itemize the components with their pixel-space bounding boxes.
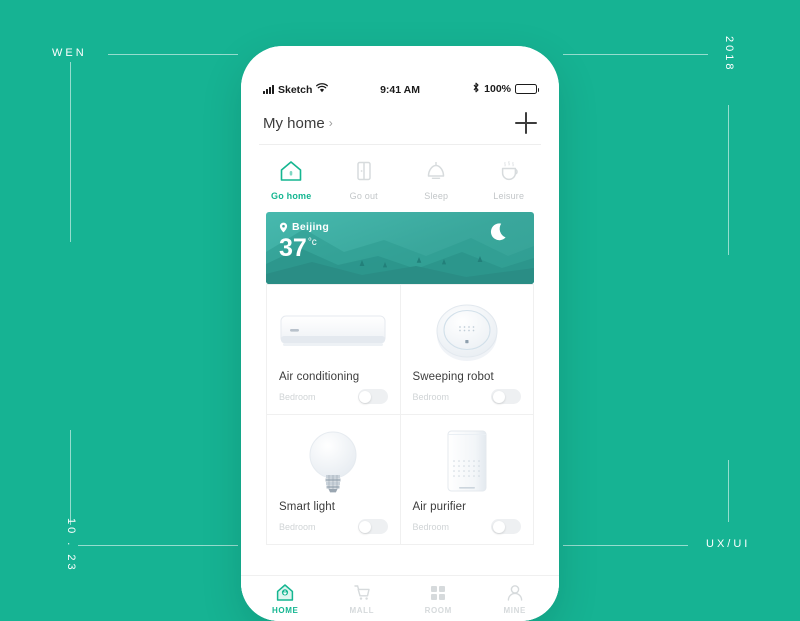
add-device-button[interactable] [515, 112, 537, 134]
guide-line-top-right [563, 54, 708, 55]
device-footer: Bedroom [412, 519, 521, 534]
house-icon [278, 158, 304, 184]
annotation-bottom-left: 10 . 23 [65, 518, 77, 573]
tab-home[interactable]: HOME [247, 583, 324, 615]
device-name: Air purifier [412, 501, 467, 513]
temperature-unit: °c [307, 237, 317, 248]
guide-line-right-bottom [728, 460, 729, 522]
device-card-air-purifier[interactable]: Air purifier Bedroom [400, 415, 534, 545]
weather-readout: Beijing 37 °c [279, 221, 329, 261]
chevron-right-icon: › [328, 116, 333, 130]
door-icon [351, 158, 377, 184]
clock-label: 9:41 AM [380, 84, 420, 96]
cup-icon [496, 158, 522, 184]
guide-line-right [728, 105, 729, 255]
tab-label: MALL [349, 605, 375, 615]
device-grid: Air conditioning Bedroom Sweeping robot … [266, 284, 534, 545]
annotation-bottom-right: UX/UI [706, 538, 751, 550]
weather-city-row: Beijing [279, 221, 329, 233]
tab-mine[interactable]: MINE [477, 583, 554, 615]
tab-label: HOME [272, 605, 299, 615]
device-room: Bedroom [279, 391, 316, 402]
tab-label: MINE [503, 605, 526, 615]
device-name: Air conditioning [279, 371, 360, 383]
scene-label: Leisure [493, 191, 525, 201]
annotation-top-right: 2018 [723, 36, 735, 73]
status-bar-right: 100% [420, 82, 539, 96]
device-card-sweeping-robot[interactable]: Sweeping robot Bedroom [400, 285, 534, 415]
robot-vacuum-icon [413, 299, 522, 365]
device-toggle[interactable] [357, 519, 388, 534]
air-conditioner-icon [279, 299, 388, 365]
battery-icon [515, 84, 539, 94]
weather-city-label: Beijing [292, 221, 330, 233]
device-room: Bedroom [412, 391, 450, 402]
scene-label: Sleep [424, 191, 449, 201]
scene-go-home[interactable]: Go home [255, 158, 328, 201]
lamp-icon [423, 158, 449, 184]
device-toggle[interactable] [491, 519, 521, 534]
carrier-label: Sketch [278, 83, 313, 96]
device-footer: Bedroom [279, 389, 388, 404]
scene-mode-bar: Go home Go out Sleep Leisure [241, 145, 559, 212]
guide-line-bottom-left [78, 545, 238, 546]
device-room: Bedroom [412, 521, 450, 532]
guide-line-left [70, 62, 71, 242]
device-toggle[interactable] [491, 389, 521, 404]
page-title: My home [263, 114, 325, 132]
temperature-value: 37 [279, 234, 307, 262]
guide-line-top-left [108, 54, 238, 55]
guide-line-left-bottom [70, 430, 71, 525]
scene-label: Go home [271, 191, 312, 201]
scene-leisure[interactable]: Leisure [473, 158, 546, 201]
scene-go-out[interactable]: Go out [328, 158, 401, 201]
air-purifier-icon [413, 429, 522, 495]
phone-frame: Sketch 9:41 AM 100% My home › Go home Go… [241, 46, 559, 621]
guide-line-bottom-right [563, 545, 688, 546]
bluetooth-icon [472, 82, 480, 96]
device-card-smart-light[interactable]: Smart light Bedroom [267, 415, 401, 545]
crescent-moon-icon [490, 223, 506, 241]
signal-bars-icon [263, 85, 274, 94]
phone-screen: Sketch 9:41 AM 100% My home › Go home Go… [241, 46, 559, 621]
tab-room[interactable]: ROOM [400, 583, 477, 615]
device-footer: Bedroom [279, 519, 388, 534]
weather-temperature: 37 °c [279, 236, 329, 261]
wifi-icon [316, 83, 329, 96]
device-card-air-conditioning[interactable]: Air conditioning Bedroom [267, 285, 401, 415]
status-bar: Sketch 9:41 AM 100% [241, 46, 559, 102]
light-bulb-icon [279, 429, 388, 495]
device-name: Smart light [279, 501, 336, 513]
device-name: Sweeping robot [412, 371, 494, 383]
scene-label: Go out [349, 191, 378, 201]
scene-sleep[interactable]: Sleep [400, 158, 473, 201]
tab-label: ROOM [424, 605, 452, 615]
bottom-tab-bar: HOME MALL ROOM MINE [241, 575, 559, 621]
device-room: Bedroom [279, 521, 316, 532]
home-selector[interactable]: My home › [263, 115, 333, 132]
battery-percent-label: 100% [484, 83, 511, 95]
app-header: My home › [241, 102, 559, 144]
device-toggle[interactable] [357, 389, 388, 404]
device-footer: Bedroom [412, 389, 521, 404]
status-bar-left: Sketch [263, 83, 380, 96]
annotation-top-left: WEN [52, 47, 87, 59]
weather-card[interactable]: Beijing 37 °c [266, 212, 534, 284]
location-pin-icon [279, 222, 288, 232]
tab-mall[interactable]: MALL [324, 583, 401, 615]
